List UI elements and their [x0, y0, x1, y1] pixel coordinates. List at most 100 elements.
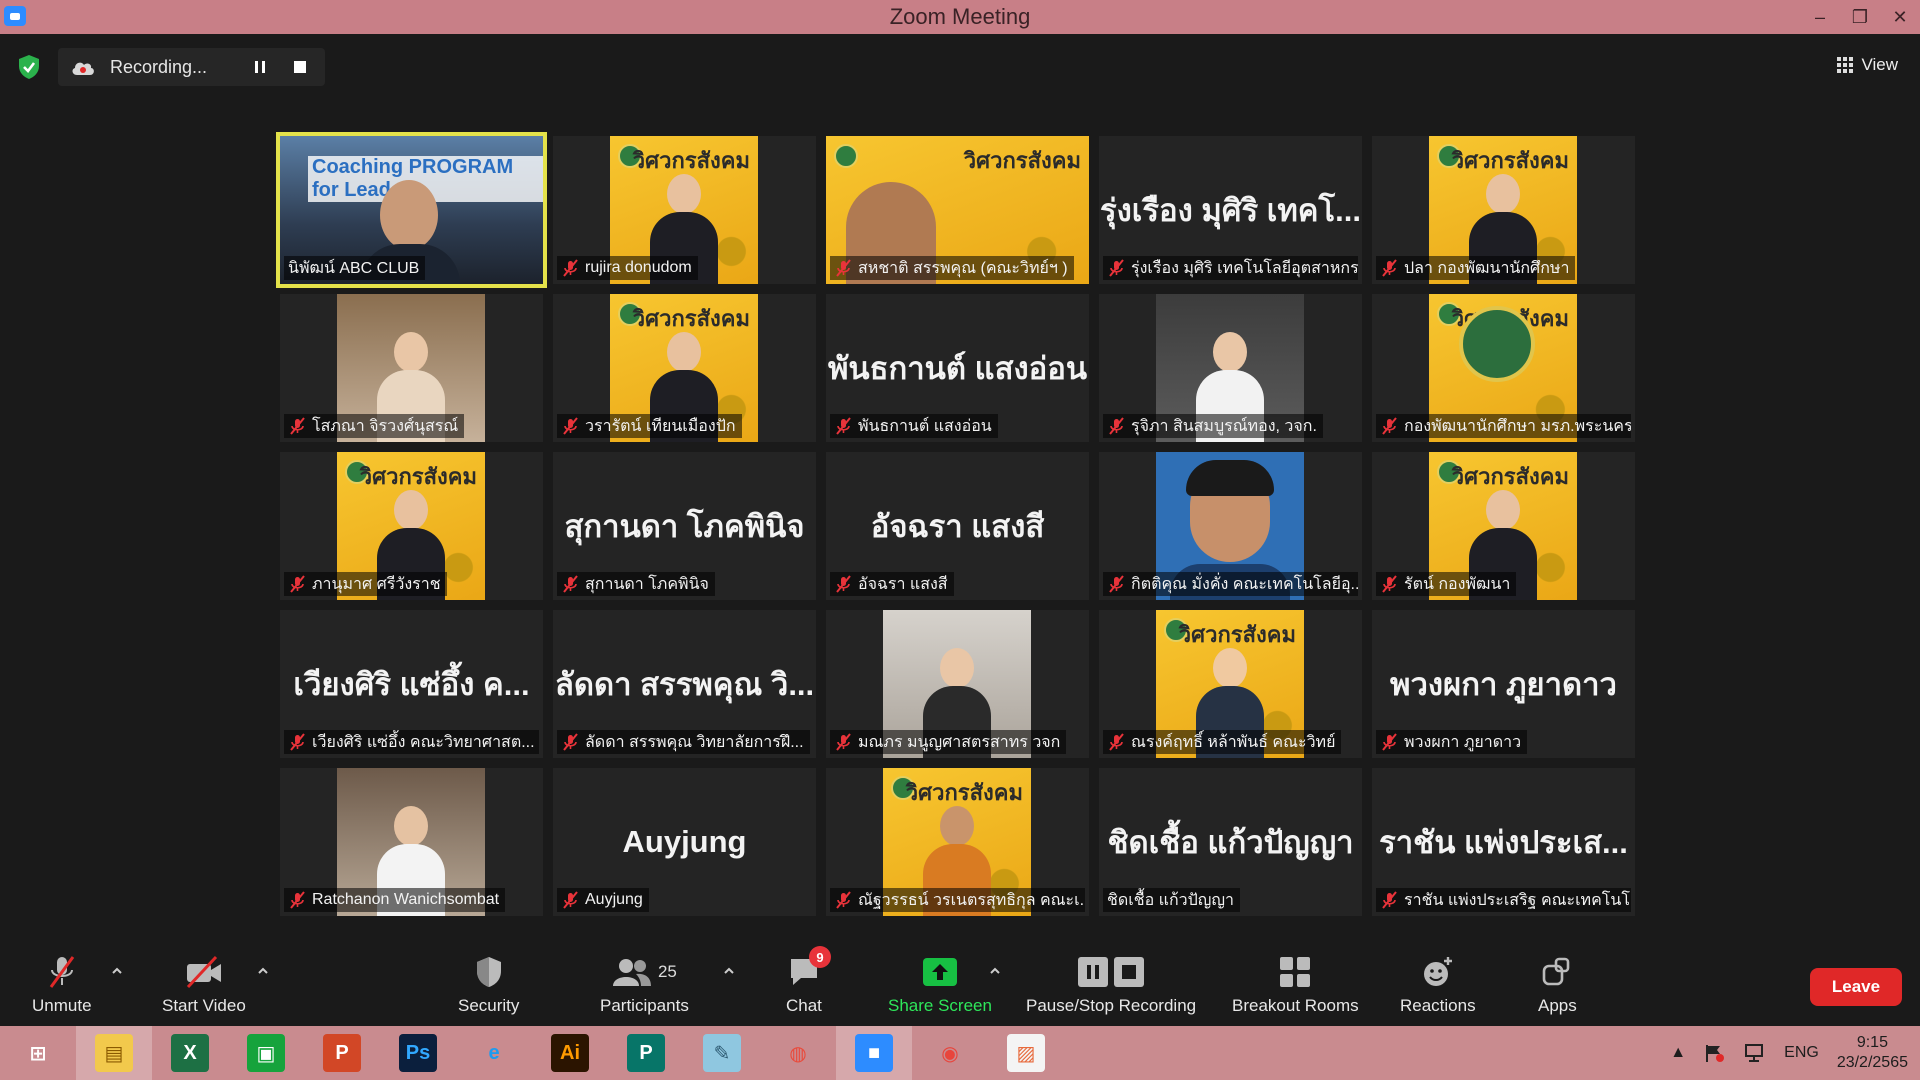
unmute-button[interactable]: Unmute	[32, 952, 92, 1016]
participant-name-label: อัจฉรา แสงสี	[830, 572, 954, 596]
zoom-logo-icon	[4, 6, 26, 26]
microphone-muted-icon	[49, 956, 74, 988]
photoshop-icon: Ps	[399, 1034, 437, 1072]
participant-tile[interactable]: วิศวกรสังคม วรารัตน์ เทียนเมืองปัก	[553, 294, 816, 442]
participant-name-label: ชิดเชื้อ แก้วปัญญา	[1103, 888, 1241, 912]
participant-tile[interactable]: อัจฉรา แสงสี อัจฉรา แสงสี	[826, 452, 1089, 600]
language-indicator[interactable]: ENG	[1784, 1044, 1819, 1062]
participant-name: รุจิภา สินสมบูรณ์ทอง, วจก.	[1131, 417, 1317, 435]
participant-tile[interactable]: มณภร มนูญศาสตรสาทร วจก	[826, 610, 1089, 758]
taskbar-app-illustrator[interactable]: Ai	[532, 1026, 608, 1080]
taskbar-app-file-explorer[interactable]: ▤	[76, 1026, 152, 1080]
taskbar-app-powerpoint[interactable]: P	[304, 1026, 380, 1080]
participant-tile[interactable]: เวียงศิริ แซ่อึ้ง ค... เวียงศิริ แซ่อึ้ง …	[280, 610, 543, 758]
participants-caret-icon[interactable]	[722, 964, 736, 978]
restore-icon[interactable]: ❐	[1840, 0, 1880, 34]
taskbar-app-chrome[interactable]: ◉	[912, 1026, 988, 1080]
participant-tile[interactable]: กิตติคุณ มั่งคั่ง คณะเทคโนโลยีอุ...	[1099, 452, 1362, 600]
taskbar-app-excel[interactable]: X	[152, 1026, 228, 1080]
participant-tile[interactable]: วิศวกรสังคม ณรงค์ฤทธิ์ หล้าพันธ์ คณะวิทย์	[1099, 610, 1362, 758]
participant-name-label: ภานุมาศ ศรีวังราช	[284, 572, 447, 596]
stop-recording-button[interactable]	[287, 54, 313, 80]
window-title: Zoom Meeting	[889, 4, 1031, 29]
pause-stop-recording-label: Pause/Stop Recording	[1026, 996, 1197, 1015]
leave-button[interactable]: Leave	[1810, 968, 1902, 1006]
taskbar-app-picture-viewer[interactable]: ▨	[988, 1026, 1064, 1080]
participant-tile[interactable]: Ratchanon Wanichsombat	[280, 768, 543, 916]
participant-tile[interactable]: วิศวกรสังคม rujira donudom	[553, 136, 816, 284]
participant-tile[interactable]: วิศวกรสังคม ปลา กองพัฒนานักศึกษา	[1372, 136, 1635, 284]
participant-name-label: กองพัฒนานักศึกษา มรภ.พระนคร	[1376, 414, 1631, 438]
picture-viewer-icon: ▨	[1007, 1034, 1045, 1072]
profile-banner-title: วิศวกรสังคม	[1451, 148, 1569, 173]
participant-tile[interactable]: ราชัน แพ่งประเส... ราชัน แพ่งประเสริฐ คณะ…	[1372, 768, 1635, 916]
muted-microphone-icon	[834, 733, 852, 751]
participant-name: เวียงศิริ แซ่อึ้ง คณะวิทยาศาสต...	[312, 733, 535, 751]
encryption-shield-icon[interactable]	[14, 52, 44, 82]
video-options-caret-icon[interactable]	[256, 964, 270, 978]
chat-button[interactable]: 9 Chat	[786, 946, 831, 1016]
participant-tile[interactable]: พันธกานต์ แสงอ่อน พันธกานต์ แสงอ่อน	[826, 294, 1089, 442]
breakout-rooms-button[interactable]: Breakout Rooms	[1232, 952, 1359, 1016]
participant-name-label: ลัดดา สรรพคุณ วิทยาลัยการฝึ...	[557, 730, 810, 754]
participant-name: Ratchanon Wanichsombat	[312, 891, 500, 908]
audio-options-caret-icon[interactable]	[110, 964, 124, 978]
file-explorer-icon: ▤	[95, 1034, 133, 1072]
profile-banner-title: วิศวกรสังคม	[905, 780, 1023, 805]
participant-tile[interactable]: โสภณา จิรวงศ์นุสรณ์	[280, 294, 543, 442]
participant-tile[interactable]: วิศวกรสังคม รัตน์ กองพัฒนา	[1372, 452, 1635, 600]
participants-button[interactable]: 25 Participants	[600, 952, 689, 1016]
participant-tile[interactable]: สุกานดา โภคพินิจ สุกานดา โภคพินิจ	[553, 452, 816, 600]
participant-tile[interactable]: Coaching PROGRAM for Leader นิพัฒน์ ABC C…	[276, 132, 547, 288]
security-button[interactable]: Security	[458, 952, 519, 1016]
taskbar-app-publisher[interactable]: P	[608, 1026, 684, 1080]
muted-microphone-icon	[561, 575, 579, 593]
reactions-label: Reactions	[1400, 996, 1476, 1015]
minimize-icon[interactable]: –	[1800, 0, 1840, 34]
view-button[interactable]: View	[1837, 50, 1898, 80]
taskbar-app-store[interactable]: ▣	[228, 1026, 304, 1080]
participant-tile[interactable]: วิศวกรสังคมกองพัฒนานักศึกษา มรภ.พระนคร	[1372, 294, 1635, 442]
zoom-icon: ■	[855, 1034, 893, 1072]
action-flag-icon[interactable]	[1704, 1043, 1726, 1063]
participant-name-label: rujira donudom	[557, 256, 698, 280]
participant-tile[interactable]: วิศวกรสังคม ภานุมาศ ศรีวังราช	[280, 452, 543, 600]
share-screen-button[interactable]: Share Screen	[888, 952, 992, 1016]
close-icon[interactable]: ✕	[1880, 0, 1920, 34]
taskbar-app-windows-start[interactable]: ⊞	[0, 1026, 76, 1080]
participant-name: กองพัฒนานักศึกษา มรภ.พระนคร	[1404, 417, 1631, 435]
participant-tile[interactable]: พวงผกา ภูยาดาว พวงผกา ภูยาดาว	[1372, 610, 1635, 758]
reactions-button[interactable]: Reactions	[1400, 952, 1476, 1016]
participant-tile[interactable]: รุ่งเรือง มุศิริ เทคโ... รุ่งเรือง มุศิริ…	[1099, 136, 1362, 284]
breakout-rooms-icon	[1280, 957, 1311, 987]
network-icon[interactable]	[1744, 1043, 1766, 1063]
taskbar-app-zoom[interactable]: ■	[836, 1026, 912, 1080]
participants-count: 25	[657, 962, 677, 981]
start-video-button[interactable]: Start Video	[162, 952, 246, 1016]
pause-recording-button[interactable]	[247, 54, 273, 80]
meeting-toolbar: Unmute Start Video Security 25 Participa…	[0, 942, 1920, 1026]
participant-tile[interactable]: ลัดดา สรรพคุณ วิ... ลัดดา สรรพคุณ วิทยาลั…	[553, 610, 816, 758]
tray-overflow-icon[interactable]: ▲	[1670, 1044, 1686, 1062]
taskbar-app-notepad[interactable]: ✎	[684, 1026, 760, 1080]
share-options-caret-icon[interactable]	[988, 964, 1002, 978]
participant-tile[interactable]: วิศวกรสังคม สหชาติ สรรพคุณ (คณะวิทย์ฯ )	[826, 136, 1089, 284]
taskbar-app-internet-explorer[interactable]: e	[456, 1026, 532, 1080]
taskbar-app-photoshop[interactable]: Ps	[380, 1026, 456, 1080]
apps-button[interactable]: Apps	[1538, 952, 1577, 1016]
participant-name-label: ณรงค์ฤทธิ์ หล้าพันธ์ คณะวิทย์	[1103, 730, 1342, 754]
unmute-label: Unmute	[32, 996, 92, 1015]
muted-microphone-icon	[288, 417, 306, 435]
pause-stop-recording-button[interactable]: Pause/Stop Recording	[1026, 952, 1196, 1016]
taskbar-clock[interactable]: 9:15 23/2/2565	[1837, 1033, 1908, 1073]
participant-tile[interactable]: รุจิภา สินสมบูรณ์ทอง, วจก.	[1099, 294, 1362, 442]
security-label: Security	[458, 996, 520, 1015]
participant-tile[interactable]: วิศวกรสังคม ณัฐวรรธน์ วรเนตรสุทธิกุล คณะเ…	[826, 768, 1089, 916]
participant-tile[interactable]: ชิดเชื้อ แก้วปัญญา ชิดเชื้อ แก้วปัญญา	[1099, 768, 1362, 916]
profile-banner-title: วิศวกรสังคม	[632, 306, 750, 331]
participant-tile[interactable]: Auyjung Auyjung	[553, 768, 816, 916]
window-titlebar: Zoom Meeting – ❐ ✕	[0, 0, 1920, 34]
participant-name-label: พันธกานต์ แสงอ่อน	[830, 414, 998, 438]
muted-microphone-icon	[1107, 417, 1125, 435]
taskbar-app-photoscape[interactable]: ◍	[760, 1026, 836, 1080]
